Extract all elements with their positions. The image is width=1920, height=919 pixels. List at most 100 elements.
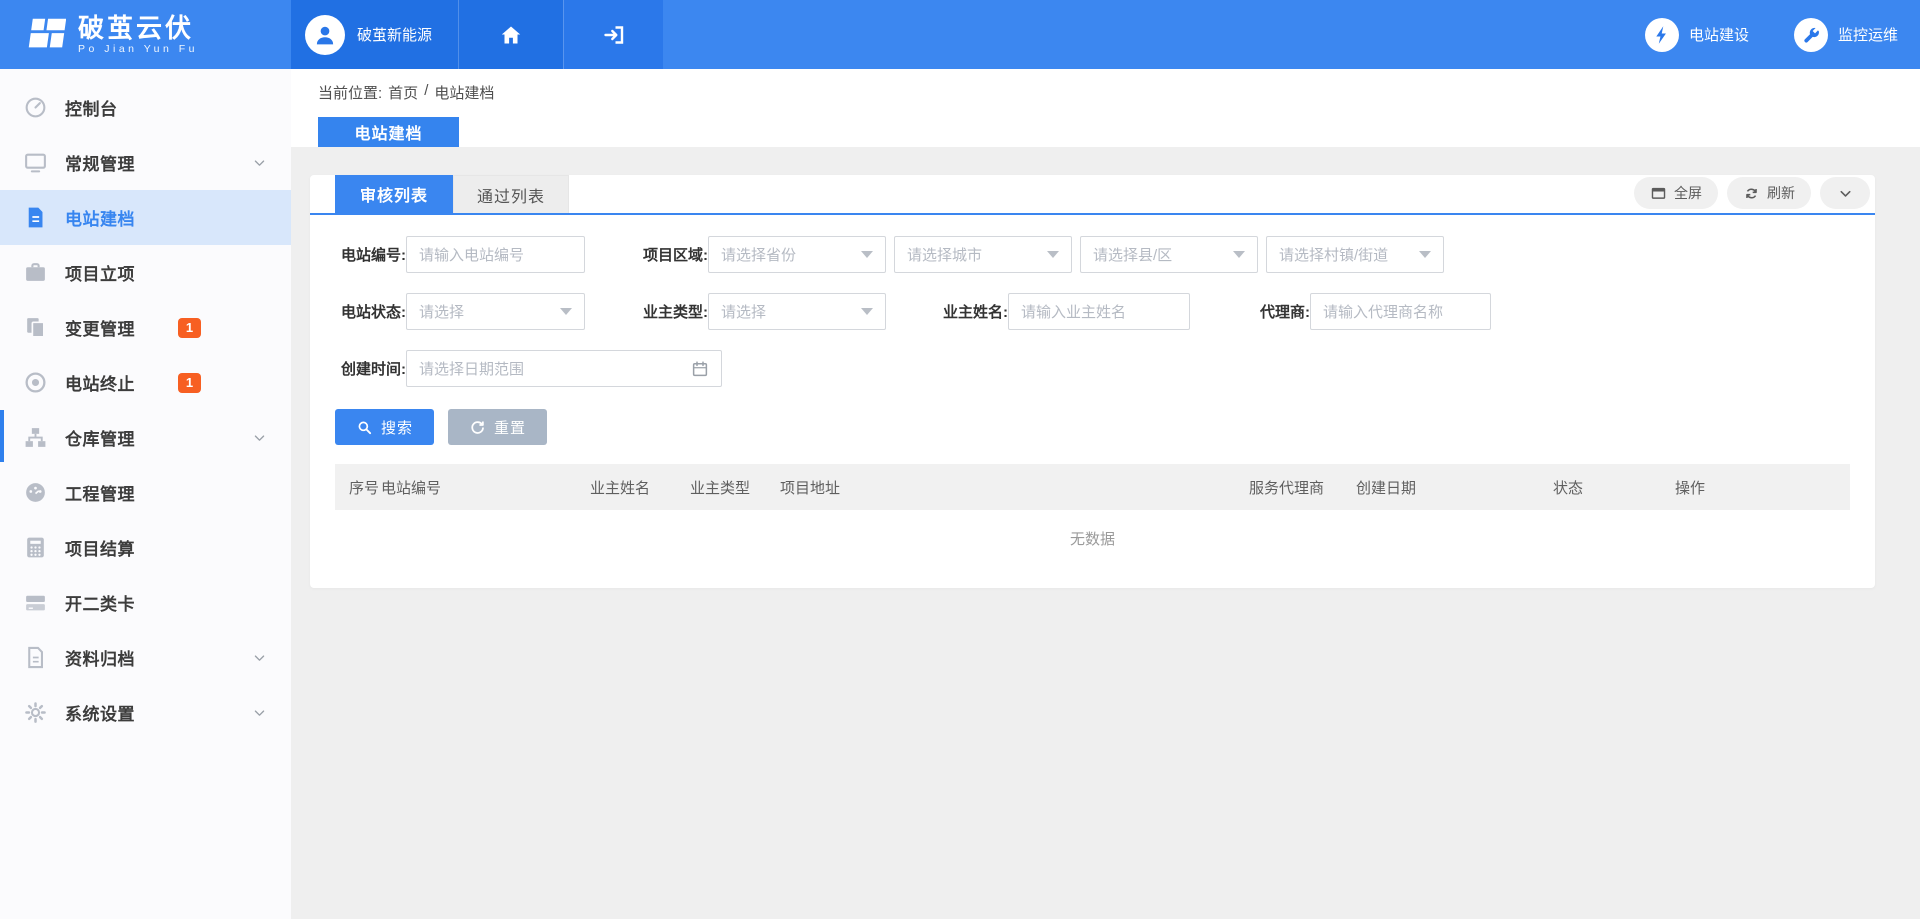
sidebar-item-label: 项目立项 [65,260,135,285]
caret-down-icon [861,251,873,258]
fullscreen-label: 全屏 [1674,183,1702,203]
calendar-icon [691,360,709,378]
sidebar-item-project-setup[interactable]: 项目立项 [0,245,291,300]
header-nav-item-0[interactable]: 电站建设 [1645,18,1749,52]
created_time-date-picker[interactable]: 请选择日期范围 [406,350,722,387]
owner_type-label: 业主类型: [637,301,708,322]
tab-passed-list[interactable]: 通过列表 [453,175,569,213]
sidebar-item-warehouse-mgmt[interactable]: 仓库管理 [0,410,291,465]
dashboard-icon [23,95,48,120]
sidebar-item-label: 资料归档 [65,645,135,670]
monitor-icon [23,150,48,175]
sidebar: 控制台常规管理电站建档项目立项变更管理1电站终止1 仓库管理工程管理项目结算开二类… [0,69,291,919]
sidebar-item-data-archive[interactable]: 资料归档 [0,630,291,685]
caret-down-icon [1047,251,1059,258]
sidebar-item-settlement[interactable]: 项目结算 [0,520,291,575]
collapse-button[interactable] [1820,177,1870,209]
region_province-label: 项目区域: [637,244,708,265]
header-nav-item-1[interactable]: 监控运维 [1794,18,1898,52]
panel-tabs: 审核列表通过列表 [335,175,569,213]
sidebar-item-engineering[interactable]: 工程管理 [0,465,291,520]
sidebar-item-label: 系统设置 [65,700,135,725]
agent-label: 代理商: [1251,301,1310,322]
column-header-3: 业主类型 [690,477,780,498]
tab-review-list[interactable]: 审核列表 [335,175,453,213]
gear-icon [23,700,48,725]
sidebar-item-general-mgmt[interactable]: 常规管理 [0,135,291,190]
search-button[interactable]: 搜索 [335,409,434,445]
refresh-button[interactable]: 刷新 [1727,177,1811,209]
fullscreen-button[interactable]: 全屏 [1634,177,1718,209]
sidebar-item-label: 项目结算 [65,535,135,560]
filter-form-row: 创建时间:请选择日期范围 [335,350,1850,387]
placeholder-text: 请选择日期范围 [419,358,524,379]
chevron-down-icon [252,430,267,445]
brand-title: 破茧云伏 [78,14,198,42]
user-avatar-icon [305,15,345,55]
filter-form-row: 电站编号:请输入电站编号项目区域:请选择省份请选择城市请选择县/区请选择村镇/街… [335,236,1850,273]
station_code-input[interactable]: 请输入电站编号 [406,236,585,273]
breadcrumb-home[interactable]: 首页 [388,82,418,103]
agent-input[interactable]: 请输入代理商名称 [1310,293,1491,330]
station_status-label: 电站状态: [335,301,406,322]
region_province-select[interactable]: 请选择省份 [708,236,886,273]
sidebar-item-station-archive[interactable]: 电站建档 [0,190,291,245]
signin-icon [602,23,626,47]
panel-tabs-row: 审核列表通过列表 全屏 刷新 [335,175,1850,213]
region_town-select[interactable]: 请选择村镇/街道 [1266,236,1444,273]
region_city-select[interactable]: 请选择城市 [894,236,1072,273]
chevron-down-icon [1837,185,1854,202]
gauge-icon [23,480,48,505]
reset-button[interactable]: 重置 [448,409,547,445]
table-header-row: 序号电站编号业主姓名业主类型项目地址服务代理商创建日期状态操作 [335,464,1850,510]
calculator-icon [23,535,48,560]
fullscreen-icon [1650,185,1667,202]
station-archive-panel: 审核列表通过列表 全屏 刷新 [310,175,1875,588]
caret-down-icon [1233,251,1245,258]
chevron-down-icon [252,705,267,720]
home-button[interactable] [458,0,563,69]
region_county-select[interactable]: 请选择县/区 [1080,236,1258,273]
header-right-nav: 电站建设 监控运维 [663,0,1920,69]
document-icon [23,205,48,230]
station_status-select[interactable]: 请选择 [406,293,585,330]
placeholder-text: 请选择村镇/街道 [1279,244,1388,265]
sidebar-item-type2-card[interactable]: 开二类卡 [0,575,291,630]
sidebar-item-label: 控制台 [65,95,118,120]
chevron-down-icon [252,155,267,170]
app-header: 破茧云伏 Po Jian Yun Fu 破茧新能源 电站建设监控运维 [0,0,1920,69]
filter-form: 电站编号:请输入电站编号项目区域:请选择省份请选择城市请选择县/区请选择村镇/街… [335,213,1850,387]
sidebar-item-change-mgmt[interactable]: 变更管理1 [0,300,291,355]
column-header-6: 创建日期 [1356,477,1553,498]
user-menu-button[interactable]: 破茧新能源 [291,0,458,69]
sidebar-item-station-stop[interactable]: 电站终止1 [0,355,291,410]
sidebar-item-label: 电站建档 [65,205,135,230]
sidebar-menu: 控制台常规管理电站建档项目立项变更管理1电站终止1 仓库管理工程管理项目结算开二类… [0,69,291,740]
sidebar-item-label: 仓库管理 [65,425,135,450]
header-nav-label: 电站建设 [1689,24,1749,45]
sidebar-scrollbar[interactable] [0,410,4,462]
main-content: 当前位置: 首页 / 电站建档 电站建档 审核列表通过列表 全屏 [291,69,1920,919]
owner_type-select[interactable]: 请选择 [708,293,886,330]
table-empty-state: 无数据 [335,510,1850,566]
sidebar-item-system-settings[interactable]: 系统设置 [0,685,291,740]
sidebar-item-console[interactable]: 控制台 [0,80,291,135]
signin-button[interactable] [563,0,663,69]
refresh-label: 刷新 [1767,183,1795,203]
sidebar-item-label: 工程管理 [65,480,135,505]
notification-badge: 1 [178,373,201,393]
copy-icon [23,315,48,340]
placeholder-text: 请选择 [721,301,766,322]
owner_name-input[interactable]: 请输入业主姓名 [1008,293,1190,330]
refresh-icon [1743,185,1760,202]
placeholder-text: 请输入电站编号 [419,244,524,265]
placeholder-text: 请选择省份 [721,244,796,265]
company-name: 破茧新能源 [357,24,432,45]
bolt-icon [1645,18,1679,52]
reset-icon [469,419,486,436]
breadcrumb-current: 电站建档 [434,82,494,103]
page-tab-station-archive[interactable]: 电站建档 [318,117,459,147]
placeholder-text: 请选择城市 [907,244,982,265]
column-header-8: 操作 [1675,477,1795,498]
topbar: 当前位置: 首页 / 电站建档 电站建档 [291,69,1920,147]
